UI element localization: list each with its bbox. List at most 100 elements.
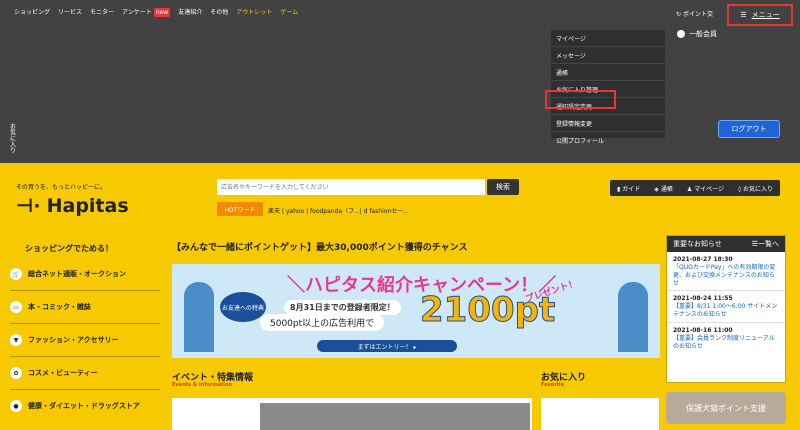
events-section-subtitle: Events & Information bbox=[172, 382, 233, 388]
campaign-title[interactable]: 【みんなで一緒にポイントゲット】最大30,000ポイント獲得のチャンス bbox=[172, 240, 467, 253]
category-header: ショッピングでためる！ bbox=[25, 244, 113, 253]
quick-link-favorites[interactable]: ◊ お気に入り bbox=[738, 184, 773, 193]
guide-icon: ▮ bbox=[617, 185, 621, 193]
nav-monitor[interactable]: モニター bbox=[90, 7, 114, 16]
site-logo[interactable]: その買うを、もっとハッピーに。 ⊣· Hapitas bbox=[16, 182, 129, 217]
category-item-cosmetics[interactable]: ✿ コスメ・ビューティー bbox=[10, 367, 160, 379]
hot-words-label: HOTワード bbox=[217, 202, 263, 216]
quick-link-mypage-label: マイページ bbox=[694, 185, 725, 193]
point-exchange-link[interactable]: ↻ ポイント交 bbox=[676, 9, 713, 18]
shirt-icon: ▼ bbox=[10, 334, 22, 346]
account-dropdown-menu: マイページ メッセージ 通帳 お気に入り管理 通知設定変更 登録情報変更 公開プ… bbox=[551, 30, 665, 145]
cart-icon: 🛒 bbox=[10, 268, 22, 280]
side-favorites-tab[interactable]: お気に入り bbox=[6, 113, 18, 163]
friend-benefit-badge: お友達への特典 bbox=[220, 292, 266, 322]
category-item-fashion[interactable]: ▼ ファッション・アクセサリー bbox=[10, 334, 160, 346]
nav-service[interactable]: リービス bbox=[58, 7, 82, 16]
health-icon: ● bbox=[10, 400, 22, 412]
nav-outlet[interactable]: アウトレット bbox=[236, 7, 272, 16]
member-rank-label: 一般会員 bbox=[689, 30, 717, 38]
category-divider bbox=[10, 356, 160, 357]
top-nav-links: ショッピング リービス モニター アンケート new 友達紹介 その他 アウトレッ… bbox=[14, 7, 298, 17]
quick-link-passbook[interactable]: ◈ 通帳 bbox=[654, 184, 673, 193]
hot-words-list[interactable]: 楽天 | yahoo | foodpanda（フ.. | d fashionセー… bbox=[268, 206, 407, 215]
new-badge: new bbox=[153, 8, 171, 17]
notice-date: 2021-08-16 11:00 bbox=[673, 326, 733, 334]
search-input[interactable] bbox=[217, 179, 485, 195]
category-label: コスメ・ビューティー bbox=[28, 369, 98, 377]
nav-survey[interactable]: アンケート new bbox=[122, 7, 171, 17]
cosmetics-icon: ✿ bbox=[10, 367, 22, 379]
menu-label: メニュー bbox=[751, 11, 780, 19]
event-photo bbox=[260, 403, 530, 430]
member-rank-icon bbox=[677, 30, 685, 38]
point-exchange-label: ポイント交 bbox=[682, 11, 713, 18]
entry-button[interactable]: まずはエントリー！ ▸ bbox=[317, 340, 457, 352]
top-nav-bar: ショッピング リービス モニター アンケート new 友達紹介 その他 アウトレッ… bbox=[0, 0, 800, 30]
category-divider bbox=[10, 389, 160, 390]
person-icon: ♟ bbox=[686, 185, 693, 193]
logo-name: Hapitas bbox=[46, 195, 129, 217]
quick-links-bar: ▮ ガイド ◈ 通帳 ♟ マイページ ◊ お気に入り bbox=[610, 180, 780, 196]
hamburger-icon: ☰ bbox=[740, 11, 747, 19]
notice-header: 重要なお知らせ ☰一覧へ bbox=[667, 236, 785, 252]
category-sidebar: ショッピングでためる！ 🛒 総合ネット通販・オークション ▭ 本・コミック・雑誌… bbox=[0, 233, 160, 430]
notice-date: 2021-08-27 18:30 bbox=[673, 256, 733, 263]
book-icon: ▭ bbox=[10, 301, 22, 313]
logo-wordmark: ⊣· Hapitas bbox=[16, 195, 129, 217]
menu-item-profile-edit[interactable]: 登録情報変更 bbox=[551, 115, 665, 132]
category-divider bbox=[10, 290, 160, 291]
category-label: 健康・ダイエット・ドラッグストア bbox=[28, 402, 140, 410]
member-rank: 一般会員 bbox=[677, 29, 717, 39]
quick-link-guide[interactable]: ▮ ガイド bbox=[617, 184, 640, 193]
notice-date: 2021-08-24 11:55 bbox=[673, 295, 733, 303]
banner-condition: 5000pt以上の広告利用で bbox=[260, 314, 385, 331]
pet-support-button[interactable]: 保護犬猫ポイント支援 bbox=[666, 392, 786, 424]
favorites-section-subtitle: Favorite bbox=[541, 382, 565, 388]
search-button[interactable]: 検索 bbox=[487, 179, 519, 195]
category-item-general[interactable]: 🛒 総合ネット通販・オークション bbox=[10, 268, 160, 280]
menu-item-messages[interactable]: メッセージ bbox=[551, 47, 665, 64]
menu-item-passbook[interactable]: 通帳 bbox=[551, 64, 665, 81]
person-illustration-right bbox=[618, 282, 648, 352]
notice-link[interactable]: 「QUOカードPay」への有効期限の変更、および交換メンテナンスのお知らせ bbox=[673, 264, 779, 287]
quick-link-favorites-label: お気に入り bbox=[742, 185, 773, 193]
important-notice-panel: 重要なお知らせ ☰一覧へ 2021-08-27 18:30 「QUOカードPay… bbox=[666, 235, 786, 383]
logo-tagline: その買うを、もっとハッピーに。 bbox=[16, 184, 107, 191]
events-card[interactable] bbox=[172, 398, 532, 430]
category-label: 総合ネット通販・オークション bbox=[28, 270, 126, 278]
nav-game[interactable]: ゲーム bbox=[280, 7, 298, 16]
menu-button[interactable]: ☰ メニュー bbox=[727, 4, 793, 26]
person-illustration-left bbox=[184, 282, 214, 352]
category-label: 本・コミック・雑誌 bbox=[28, 303, 91, 311]
notice-link[interactable]: 【重要】会員ランク制度リニューアルのお知らせ bbox=[673, 335, 779, 351]
logo-mark-icon: ⊣· bbox=[16, 195, 41, 217]
banner-deadline: 8月31日までの登録者限定！ bbox=[284, 300, 401, 315]
tag-icon: ◊ bbox=[738, 185, 742, 193]
menu-overlay[interactable] bbox=[0, 30, 800, 163]
notice-title: 重要なお知らせ bbox=[673, 240, 722, 248]
nav-shopping[interactable]: ショッピング bbox=[14, 7, 50, 16]
passbook-icon: ◈ bbox=[654, 185, 659, 193]
notice-link[interactable]: 【重要】8/31 1:00〜6:00 サイトメンテナンスのお知らせ bbox=[673, 303, 779, 319]
menu-item-mypage[interactable]: マイページ bbox=[551, 30, 665, 47]
category-item-health[interactable]: ● 健康・ダイエット・ドラッグストア bbox=[10, 400, 160, 412]
quick-link-passbook-label: 通帳 bbox=[660, 185, 673, 193]
logout-button[interactable]: ログアウト bbox=[718, 120, 780, 138]
notice-entry[interactable]: 2021-08-24 11:55 【重要】8/31 1:00〜6:00 サイトメ… bbox=[667, 291, 785, 323]
nav-other[interactable]: その他 bbox=[210, 7, 228, 16]
menu-item-public-profile[interactable]: 公開プロフィール bbox=[551, 132, 665, 149]
notice-entry[interactable]: 2021-08-27 18:30 「QUOカードPay」への有効期限の変更、およ… bbox=[667, 252, 785, 292]
notice-entry[interactable]: 2021-08-16 11:00 【重要】会員ランク制度リニューアルのお知らせ bbox=[667, 323, 785, 354]
nav-friend-referral[interactable]: 友達紹介 bbox=[178, 7, 202, 16]
quick-link-guide-label: ガイド bbox=[622, 185, 641, 193]
campaign-banner[interactable]: お友達への特典 ＼ハピタス紹介キャンペーン！／ 8月31日までの登録者限定！ 5… bbox=[172, 264, 660, 358]
favorites-card[interactable] bbox=[541, 398, 659, 430]
category-divider bbox=[10, 323, 160, 324]
highlight-box-notification-settings bbox=[545, 90, 616, 109]
category-item-books[interactable]: ▭ 本・コミック・雑誌 bbox=[10, 301, 160, 313]
quick-link-mypage[interactable]: ♟ マイページ bbox=[687, 184, 724, 193]
nav-survey-label: アンケート bbox=[122, 9, 152, 16]
notice-list-link[interactable]: ☰一覧へ bbox=[752, 239, 779, 249]
category-label: ファッション・アクセサリー bbox=[28, 336, 119, 344]
